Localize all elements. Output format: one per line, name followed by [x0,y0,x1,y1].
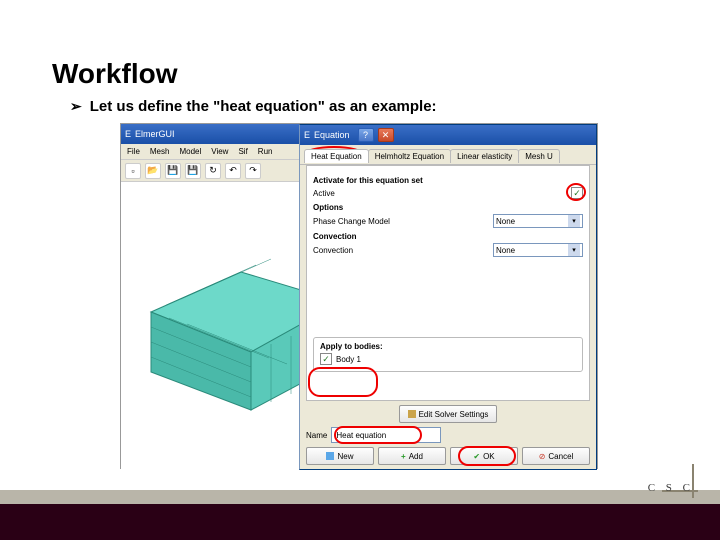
tab-linear-elasticity[interactable]: Linear elasticity [450,149,519,163]
check-icon: ✔ [473,452,480,461]
cancel-button-label: Cancel [548,452,573,461]
section-options: Options [313,203,583,212]
name-label: Name [306,431,327,440]
menu-run[interactable]: Run [258,147,273,156]
dialog-body: Activate for this equation set Active ✓ … [306,165,590,401]
body1-checkbox[interactable]: ✓ [320,353,332,365]
tool-save-icon[interactable]: 💾 [165,163,181,179]
dialog-tabstrip: Heat Equation Helmholtz Equation Linear … [300,145,596,165]
new-icon [326,452,334,460]
bodies-header: Apply to bodies: [320,342,576,351]
footer-band [0,504,720,540]
tab-mesh-update[interactable]: Mesh U [518,149,560,163]
app-icon: E [125,129,131,139]
name-input[interactable]: Heat equation [331,427,441,443]
section-activate: Activate for this equation set [313,176,583,185]
active-checkbox[interactable]: ✓ [571,187,583,199]
tool-undo-icon[interactable]: ↶ [225,163,241,179]
tool-open-icon[interactable]: 📂 [145,163,161,179]
menu-mesh[interactable]: Mesh [150,147,170,156]
edit-solver-button[interactable]: Edit Solver Settings [399,405,498,423]
bullet-text: Let us define the "heat equation" as an … [90,98,437,115]
add-button-label: Add [409,452,423,461]
menu-view[interactable]: View [211,147,228,156]
screenshot-container: E ElmerGUI _ ▢ ✕ File Mesh Model View Si… [120,123,598,469]
cancel-icon: ⊘ [539,452,546,461]
tool-new-icon[interactable]: ▫ [125,163,141,179]
tab-heat-equation[interactable]: Heat Equation [304,149,369,163]
chevron-down-icon: ▾ [568,215,580,227]
equation-dialog: E Equation ? ✕ Heat Equation Helmholtz E… [299,124,597,470]
convection-select[interactable]: None ▾ [493,243,583,257]
tool-redo-icon[interactable]: ↷ [245,163,261,179]
wrench-icon [408,410,416,418]
csc-logo-text: C S C [648,482,694,494]
convection-value: None [496,246,515,255]
menu-file[interactable]: File [127,147,140,156]
dialog-footer: Edit Solver Settings Name Heat equation … [306,405,590,465]
cancel-button[interactable]: ⊘ Cancel [522,447,590,465]
dialog-title: Equation [314,130,350,140]
bullet-item: ➢ Let us define the "heat equation" as a… [70,98,437,115]
add-button[interactable]: + Add [378,447,446,465]
section-convection: Convection [313,232,583,241]
slide-title: Workflow [52,58,177,90]
footer-divider [0,490,720,504]
new-button[interactable]: New [306,447,374,465]
dialog-close-button[interactable]: ✕ [378,128,394,142]
convection-label: Convection [313,246,353,255]
dialog-icon: E [304,130,310,140]
new-button-label: New [337,452,353,461]
active-label: Active [313,189,335,198]
tool-refresh-icon[interactable]: ↻ [205,163,221,179]
body1-label: Body 1 [336,355,361,364]
edit-solver-label: Edit Solver Settings [419,410,489,419]
tool-save2-icon[interactable]: 💾 [185,163,201,179]
menu-model[interactable]: Model [179,147,201,156]
ok-button-label: OK [483,452,495,461]
phase-change-label: Phase Change Model [313,217,390,226]
tab-helmholtz[interactable]: Helmholtz Equation [368,149,451,163]
window-title: ElmerGUI [135,129,175,139]
apply-to-bodies-group: Apply to bodies: ✓ Body 1 [313,337,583,372]
chevron-down-icon: ▾ [568,244,580,256]
menu-sif[interactable]: Sif [238,147,247,156]
dialog-help-button[interactable]: ? [358,128,374,142]
ok-button[interactable]: ✔ OK [450,447,518,465]
phase-change-value: None [496,217,515,226]
plus-icon: + [401,452,406,461]
dialog-titlebar: E Equation ? ✕ [300,125,596,145]
bullet-arrow-icon: ➢ [70,98,82,115]
phase-change-select[interactable]: None ▾ [493,214,583,228]
